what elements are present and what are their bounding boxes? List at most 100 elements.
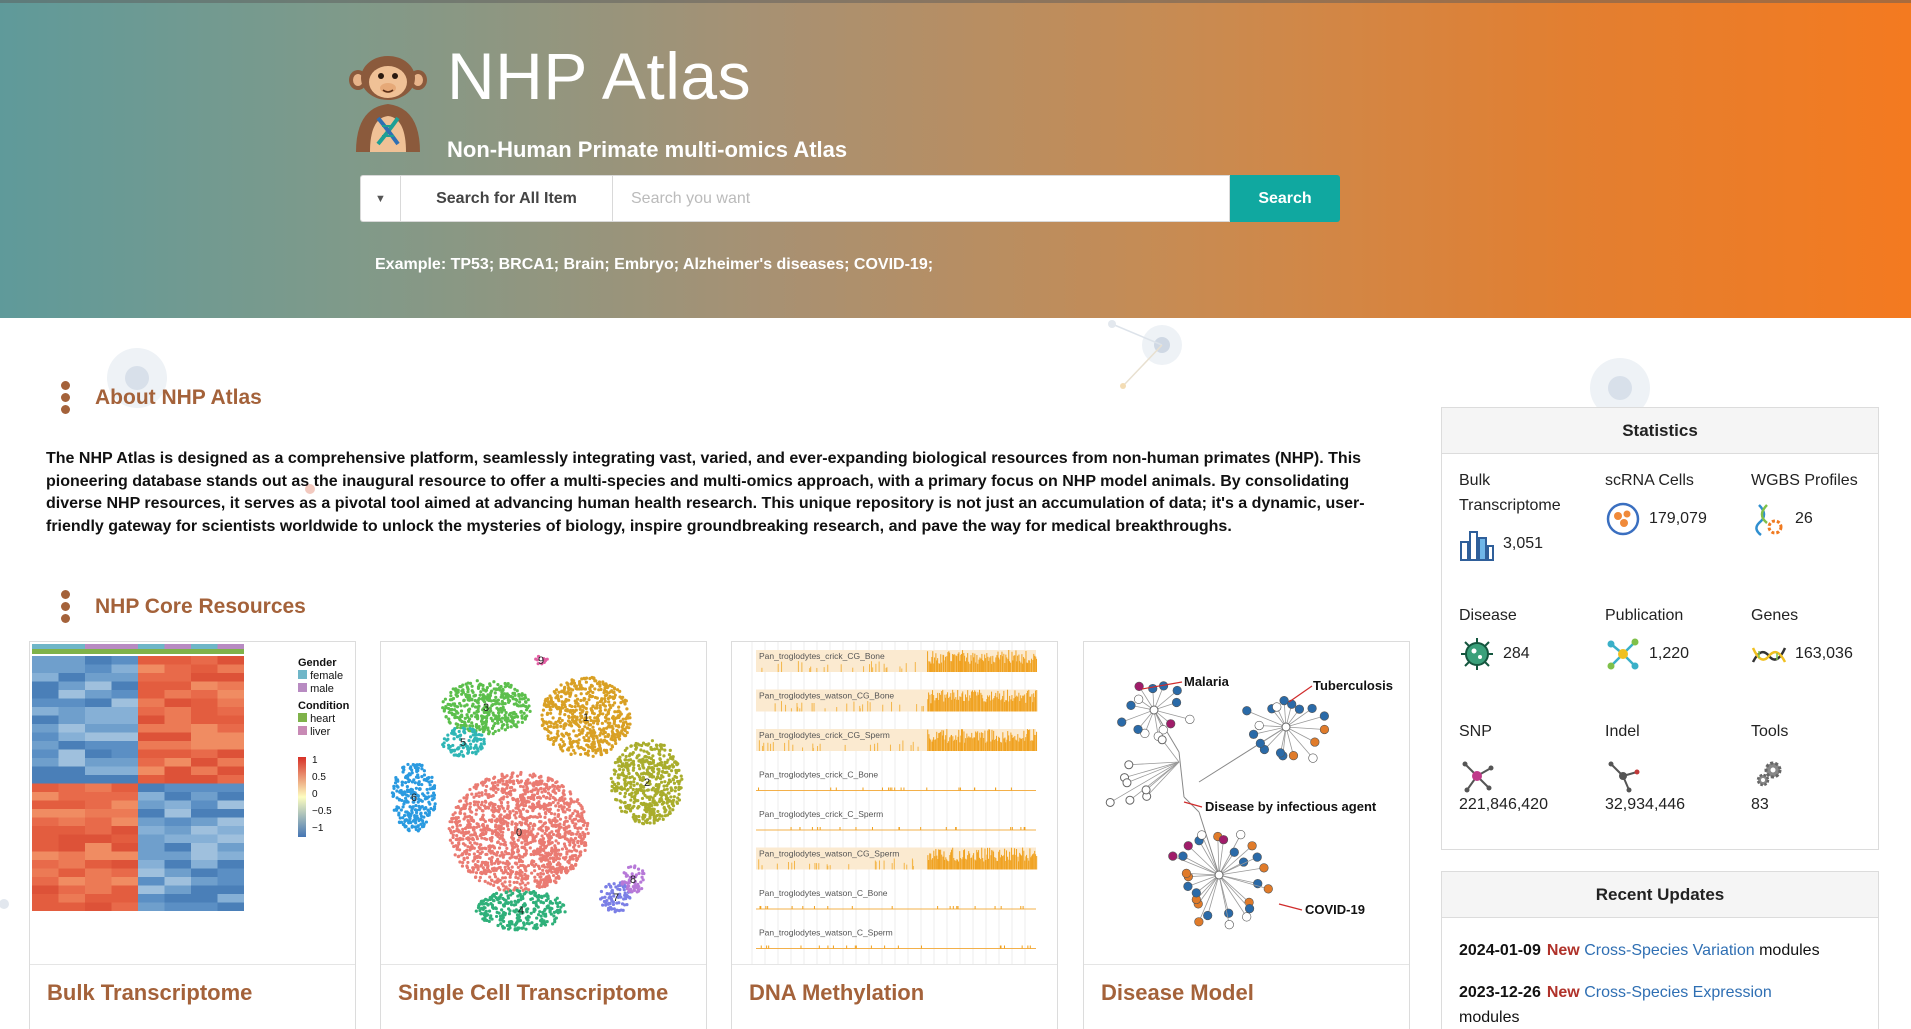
tsne-point [543, 782, 547, 786]
tsne-point [523, 693, 527, 697]
tsne-point [576, 840, 580, 845]
tsne-point [533, 879, 537, 883]
tsne-point [642, 789, 646, 793]
tsne-point [458, 701, 462, 706]
heatmap-cell [32, 809, 59, 818]
methylation-bar [1019, 737, 1021, 751]
methylation-bar [954, 698, 956, 712]
tsne-point [608, 905, 613, 909]
tsne-point [536, 872, 540, 876]
stat-wgbs-profiles[interactable]: WGBS Profiles 26 [1751, 468, 1891, 537]
card-single-cell-transcriptome[interactable]: 0123456789 Single Cell Transcriptome [380, 641, 707, 1029]
tsne-point [674, 771, 678, 775]
methylation-bar [1002, 656, 1004, 672]
heatmap-cell [164, 860, 191, 869]
search-scope-select[interactable]: Search for All Item [400, 175, 613, 222]
methylation-bar [942, 689, 944, 712]
update-item: 2023-12-26 New Cross-Species Expression m… [1459, 984, 1772, 1026]
tsne-point [441, 700, 445, 704]
tsne-point [557, 876, 561, 880]
network-node [1191, 888, 1201, 898]
tsne-point [590, 694, 595, 699]
stat-publication[interactable]: Publication 1,220 [1605, 603, 1745, 672]
tsne-point [522, 711, 526, 715]
tsne-point [477, 683, 481, 687]
methylation-bar [914, 662, 916, 672]
tsne-point [500, 773, 504, 777]
stat-tools[interactable]: Tools 83 [1751, 719, 1891, 814]
tsne-point [536, 832, 540, 836]
methylation-bar [1034, 655, 1036, 672]
tsne-point [572, 817, 576, 822]
card-title[interactable]: Disease Model [1101, 980, 1254, 1006]
tsne-point [490, 903, 494, 907]
tsne-point [505, 684, 509, 688]
methylation-bar [901, 668, 903, 672]
methylation-bar [959, 787, 961, 791]
stat-bulk-transcriptome[interactable]: Bulk Transcriptome 3,051 [1459, 468, 1599, 562]
tsne-point [401, 770, 405, 774]
card-dna-methylation[interactable]: Pan_troglodytes_crick_CG_Bone Pan_troglod… [731, 641, 1058, 1029]
tsne-point [442, 741, 446, 745]
card-disease-model[interactable]: Malaria Tuberculosis Disease by infectio… [1083, 641, 1410, 1029]
card-bulk-transcriptome[interactable]: Gender female male Condition heart liver… [29, 641, 356, 1029]
heatmap-cell [217, 707, 244, 716]
network-node [1126, 700, 1136, 710]
stat-genes[interactable]: Genes 163,036 [1751, 603, 1891, 672]
heatmap-cell [111, 817, 138, 826]
methylation-bar [1011, 847, 1013, 870]
tsne-point [574, 720, 578, 724]
methylation-bar [957, 906, 959, 909]
search-button[interactable]: Search [1230, 175, 1340, 222]
tsne-point [451, 713, 455, 717]
tsne-point [468, 825, 473, 829]
stat-indel[interactable]: Indel 32,934,446 [1605, 719, 1745, 814]
card-title[interactable]: DNA Methylation [749, 980, 924, 1006]
tsne-point [557, 828, 561, 832]
tsne-point [678, 779, 682, 783]
search-scope-dropdown-toggle[interactable]: ▼ [360, 175, 400, 222]
card-title[interactable]: Single Cell Transcriptome [398, 980, 668, 1006]
methylation-bar [891, 906, 893, 909]
tsne-point [562, 801, 567, 805]
methylation-bar [1000, 857, 1002, 870]
methylation-bar [852, 667, 854, 672]
card-title[interactable]: Bulk Transcriptome [47, 980, 252, 1006]
tsne-point [554, 804, 558, 808]
methylation-bar [875, 861, 877, 870]
tsne-point [539, 875, 543, 879]
methylation-bar [872, 667, 874, 672]
methylation-bar [945, 827, 947, 830]
tsne-point [398, 816, 402, 820]
tsne-point [508, 778, 512, 782]
methylation-bar [969, 663, 971, 672]
methylation-bar [929, 853, 931, 870]
methylation-bar [826, 864, 828, 870]
update-link[interactable]: Cross-Species Variation [1584, 942, 1754, 959]
tsne-point [615, 688, 620, 692]
heatmap-cell [164, 698, 191, 707]
methylation-bar [1006, 657, 1008, 672]
heatmap-cell [111, 775, 138, 784]
tsne-point [513, 923, 517, 927]
stat-scrna-cells[interactable]: scRNA Cells 179,079 [1605, 468, 1745, 537]
methylation-bar [1017, 655, 1019, 672]
stat-snp[interactable]: SNP 221,846,420 [1459, 719, 1599, 814]
tsne-point [454, 805, 458, 810]
search-input[interactable] [613, 175, 1230, 222]
stat-disease[interactable]: Disease 284 [1459, 603, 1599, 672]
heatmap-cell [58, 749, 85, 758]
tsne-point [586, 743, 590, 748]
methylation-bar [992, 739, 994, 751]
heatmap-cell [85, 843, 112, 852]
methylation-bar [903, 787, 905, 791]
tsne-point [484, 913, 488, 917]
tsne-point [548, 842, 552, 846]
tsne-point [499, 824, 503, 828]
tsne-point [475, 717, 480, 721]
update-link[interactable]: Cross-Species Expression [1584, 984, 1772, 1001]
tsne-point [553, 798, 558, 802]
methylation-bar [790, 827, 792, 830]
tsne-point [525, 910, 529, 914]
tsne-point [669, 769, 674, 773]
